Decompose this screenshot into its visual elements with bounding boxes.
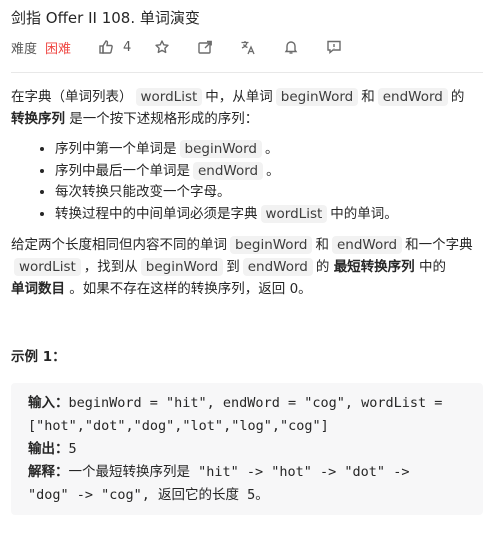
inline-code: beginWord: [140, 258, 224, 276]
feedback-icon[interactable]: [325, 38, 343, 56]
divider: [11, 72, 483, 73]
like-count: 4: [123, 39, 132, 55]
star-icon[interactable]: [153, 38, 171, 56]
explain-value-cont: "dog" -> "cog", 返回它的长度 5。: [28, 487, 269, 503]
difficulty-label: 难度: [11, 41, 38, 57]
list-item: 序列中最后一个单词是endWord。: [55, 161, 483, 183]
explain-value: 一个最短转换序列是 "hit" -> "hot" -> "dot" ->: [68, 464, 410, 480]
intro-paragraph: 在字典（单词列表） wordList 中，从单词 beginWord 和 endWord 的…: [11, 88, 465, 127]
problem-description: 在字典（单词列表） wordList 中，从单词 beginWord 和 endWord 的…: [11, 86, 483, 515]
difficulty-badge: 困难: [45, 41, 72, 57]
list-item: 转换过程中的中间单词必须是字典wordList中的单词。: [55, 204, 483, 226]
bold-term: 单词数目: [11, 281, 65, 297]
example-block: 输入：beginWord = "hit", endWord = "cog", w…: [11, 383, 483, 515]
bell-icon[interactable]: [282, 38, 300, 56]
inline-code: endWord: [331, 236, 403, 254]
output-value: 5: [68, 441, 77, 457]
thumbs-up-icon: [97, 38, 115, 56]
inline-code: beginWord: [179, 140, 262, 158]
bold-term: 转换序列: [11, 111, 65, 127]
inline-code: wordList: [135, 88, 203, 106]
example-title: 示例 1：: [11, 349, 66, 365]
output-label: 输出：: [28, 441, 69, 457]
problem-title: 剑指 Offer II 108. 单词演变: [11, 9, 200, 27]
rules-list: 序列中第一个单词是beginWord。 序列中最后一个单词是endWord。 每…: [11, 139, 483, 225]
inline-code: wordList: [14, 258, 81, 276]
list-item: 序列中第一个单词是beginWord。: [55, 139, 483, 161]
explain-label: 解释：: [28, 464, 69, 480]
task-paragraph: 给定两个长度相同但内容不同的单词 beginWord 和 endWord 和一个字典wo…: [11, 236, 473, 297]
inline-code: beginWord: [230, 236, 313, 254]
input-value-cont: ["hot","dot","dog","lot","log","cog"]: [28, 418, 329, 434]
like-button[interactable]: 4: [97, 38, 131, 56]
inline-code: endWord: [193, 161, 264, 180]
problem-page: 剑指 Offer II 108. 单词演变 难度 困难 4 在字典（单词列表） …: [0, 0, 500, 541]
problem-meta-bar: 难度 困难 4: [11, 36, 343, 58]
inline-code: endWord: [242, 258, 313, 276]
input-value: beginWord = "hit", endWord = "cog", word…: [68, 395, 443, 411]
list-item: 每次转换只能改变一个字母。: [55, 182, 483, 204]
inline-code: endWord: [377, 88, 448, 106]
inline-code: beginWord: [275, 88, 359, 106]
translate-icon[interactable]: [239, 38, 257, 56]
input-label: 输入：: [28, 395, 69, 411]
bold-term: 最短转换序列: [333, 259, 415, 275]
share-icon[interactable]: [196, 38, 214, 56]
inline-code: wordList: [260, 204, 328, 223]
